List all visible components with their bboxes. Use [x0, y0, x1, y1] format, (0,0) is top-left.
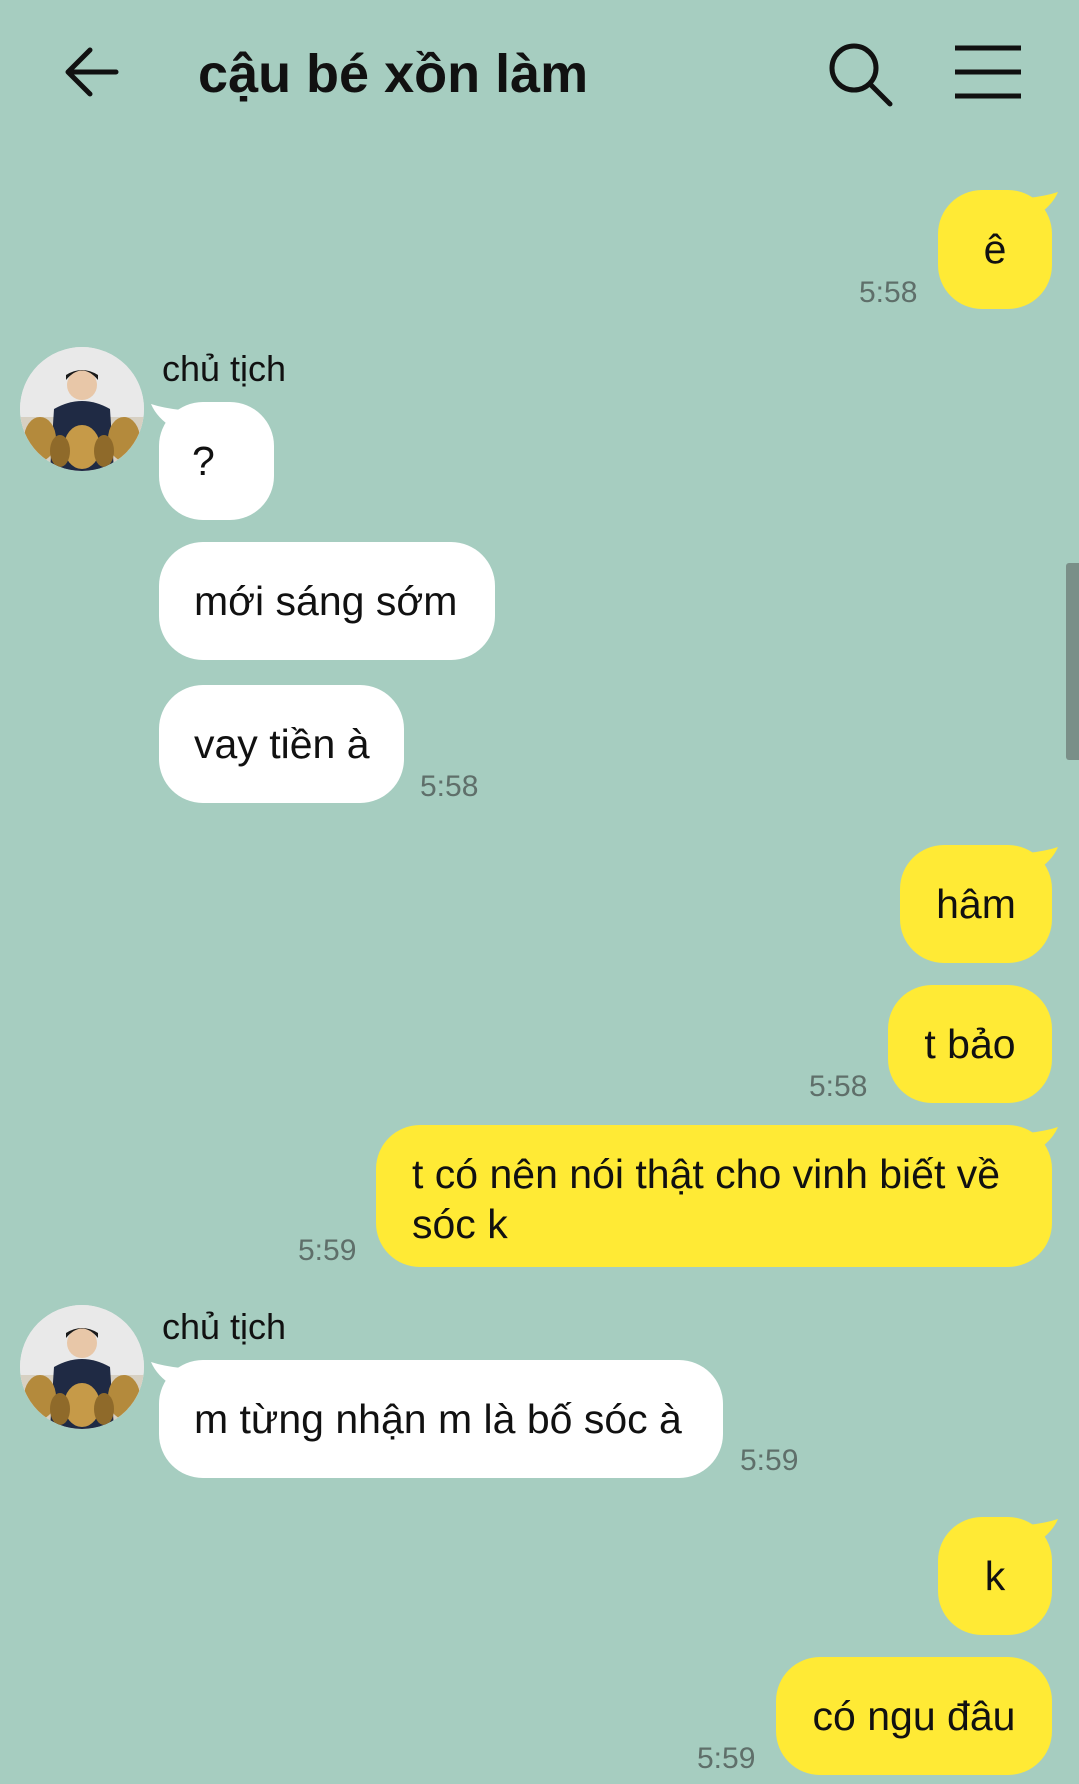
avatar-image [20, 347, 144, 471]
message-timestamp: 5:59 [298, 1234, 357, 1267]
message-text: có ngu đâu [812, 1693, 1016, 1739]
incoming-message[interactable]: ? [159, 402, 274, 520]
message-text: ? [192, 438, 215, 484]
avatar[interactable] [20, 1305, 144, 1429]
hamburger-menu-icon[interactable] [953, 44, 1023, 100]
bubble-tail [1028, 192, 1058, 216]
message-timestamp: 5:59 [697, 1742, 756, 1775]
incoming-message[interactable]: vay tiền à [159, 685, 404, 803]
bubble-tail [1028, 847, 1058, 871]
outgoing-message[interactable]: có ngu đâu [776, 1657, 1052, 1775]
message-text: ê [983, 226, 1007, 272]
message-text-line: sóc k [412, 1201, 508, 1247]
search-icon[interactable] [826, 40, 894, 108]
message-timestamp: 5:58 [859, 276, 918, 309]
message-text: vay tiền à [194, 721, 370, 767]
message-timestamp: 5:58 [420, 770, 479, 803]
bubble-tail [1028, 1519, 1058, 1543]
message-text-line: t có nên nói thật cho vinh biết về [412, 1151, 1001, 1197]
sender-name: chủ tịch [162, 1306, 287, 1347]
message-text: t bảo [924, 1021, 1016, 1067]
outgoing-message[interactable]: t bảo [888, 985, 1052, 1103]
message-text: mới sáng sớm [194, 578, 458, 624]
scrollbar[interactable] [1066, 563, 1079, 760]
message-text: k [984, 1553, 1006, 1599]
bubble-tail [1028, 1127, 1058, 1151]
outgoing-message[interactable]: t có nên nói thật cho vinh biết về sóc k [376, 1125, 1052, 1267]
incoming-message[interactable]: mới sáng sớm [159, 542, 495, 660]
message-timestamp: 5:58 [809, 1070, 868, 1103]
sender-name: chủ tịch [162, 348, 287, 389]
chat-header: cậu bé xồn làm [0, 0, 1079, 150]
message-text: m từng nhận m là bố sóc à [194, 1396, 682, 1442]
incoming-message[interactable]: m từng nhận m là bố sóc à [159, 1360, 723, 1478]
message-text: hâm [936, 881, 1016, 927]
avatar-image [20, 1305, 144, 1429]
avatar[interactable] [20, 347, 144, 471]
chat-title: cậu bé xồn làm [198, 44, 589, 104]
message-timestamp: 5:59 [740, 1444, 799, 1477]
arrow-left-icon[interactable] [62, 40, 126, 104]
